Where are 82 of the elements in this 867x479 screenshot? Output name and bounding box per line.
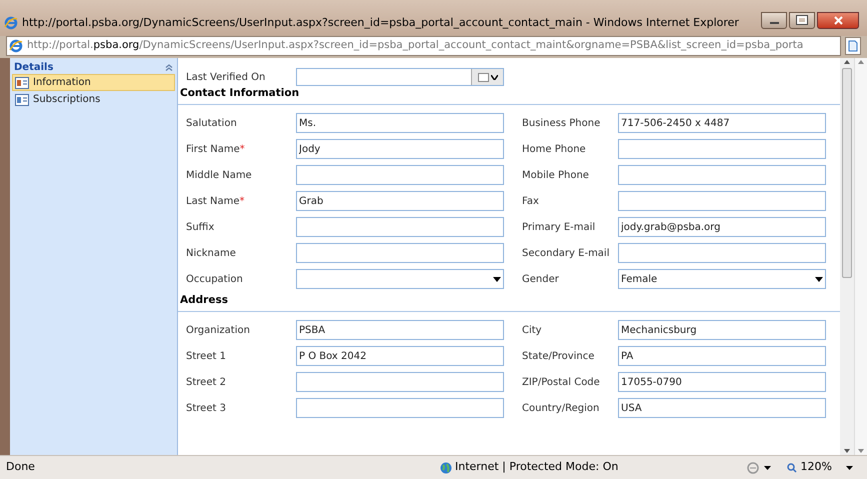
- close-button[interactable]: [817, 12, 859, 28]
- input-field[interactable]: [296, 243, 504, 263]
- close-icon: [834, 16, 842, 24]
- input-field[interactable]: [296, 165, 504, 185]
- input-field[interactable]: [618, 243, 826, 263]
- input-field[interactable]: PSBA: [296, 320, 504, 340]
- field-label: First Name*: [186, 142, 246, 156]
- input-field[interactable]: [618, 139, 826, 159]
- input-field[interactable]: [618, 165, 826, 185]
- field-label: Street 1: [186, 350, 227, 364]
- field-label: City: [522, 324, 543, 338]
- section-heading: Contact Information: [179, 86, 300, 102]
- field-label: Organization: [186, 324, 251, 338]
- input-field[interactable]: Mechanicsburg: [618, 320, 826, 340]
- calendar-button[interactable]: [471, 69, 503, 85]
- dropdown-arrow-icon: [814, 276, 823, 282]
- section-heading: Address: [179, 293, 228, 308]
- input-field[interactable]: Ms.: [296, 113, 504, 133]
- dropdown[interactable]: [296, 269, 504, 289]
- status-text: Done: [5, 459, 36, 476]
- browser-logo-icon: [9, 39, 23, 53]
- scroll-thumb[interactable]: [842, 68, 852, 278]
- window-title: http://portal.psba.org/DynamicScreens/UserInput.aspx?screen_id=psba_portal_account_contact_main - Windows Internet Explorer: [22, 14, 740, 31]
- input-field[interactable]: [296, 217, 504, 237]
- field-label: Home Phone: [522, 142, 587, 156]
- browser-logo-icon: [4, 16, 18, 30]
- date-field[interactable]: [296, 68, 504, 86]
- field-label: Mobile Phone: [522, 168, 590, 182]
- security-zone: Internet | Protected Mode: On: [455, 459, 618, 476]
- url-text: http://portal.psba.org/DynamicScreens/UserInput.aspx?screen_id=psba_portal_account_contact_maint&orgname=PSBA&list_screen_id=psba_porta: [27, 38, 804, 54]
- document-icon: [15, 76, 29, 88]
- scroll-down-icon[interactable]: [858, 449, 864, 453]
- field-label: Last Name*: [186, 194, 246, 208]
- input-field[interactable]: jody.grab@psba.org: [618, 217, 826, 237]
- field-label: ZIP/Postal Code: [522, 376, 601, 390]
- field-label: Business Phone: [522, 116, 602, 130]
- input-field[interactable]: USA: [618, 398, 826, 418]
- address-bar[interactable]: http://portal.psba.org/DynamicScreens/UserInput.aspx?screen_id=psba_portal_account_contact_maint&orgname=PSBA&list_screen_id=psba_porta: [6, 36, 841, 56]
- document-icon: [15, 94, 29, 106]
- input-field[interactable]: P O Box 2042: [296, 346, 504, 366]
- field-label: Last Verified On: [186, 70, 266, 84]
- field-label: Middle Name: [186, 168, 253, 182]
- dropdown-arrow-icon: [493, 276, 501, 282]
- field-label: Secondary E-mail: [522, 246, 610, 260]
- sidebar-item[interactable]: Information: [12, 74, 175, 91]
- dropdown[interactable]: Female: [618, 269, 826, 289]
- scroll-up-icon[interactable]: [858, 60, 864, 64]
- field-label: Country/Region: [522, 402, 600, 416]
- zoom-button[interactable]: 120%: [774, 459, 867, 476]
- scrollbar[interactable]: [840, 58, 854, 455]
- page-icon[interactable]: [845, 37, 861, 55]
- magnifier-icon: [786, 462, 797, 472]
- field-label: Salutation: [186, 116, 238, 130]
- scroll-up-icon[interactable]: [844, 60, 850, 64]
- field-label: Nickname: [186, 246, 237, 260]
- minimize-button[interactable]: [761, 12, 787, 28]
- field-label: State/Province: [522, 350, 596, 364]
- field-label: Street 3: [186, 402, 227, 416]
- sidebar-header: Details: [14, 60, 54, 74]
- input-field[interactable]: Grab: [296, 191, 504, 211]
- field-label: Fax: [522, 194, 540, 208]
- input-field[interactable]: 17055-0790: [618, 372, 826, 392]
- field-label: Street 2: [186, 376, 227, 390]
- input-field[interactable]: 717-506-2450 x 4487: [618, 113, 826, 133]
- input-field[interactable]: [296, 372, 504, 392]
- calendar-icon: [478, 72, 488, 82]
- globe-icon: [440, 462, 452, 474]
- input-field[interactable]: [296, 398, 504, 418]
- chevron-down-icon: [490, 74, 498, 80]
- dropdown-arrow-icon: [846, 466, 853, 470]
- sidebar-item[interactable]: Subscriptions: [12, 91, 175, 108]
- collapse-icon[interactable]: [165, 64, 173, 70]
- field-label: Primary E-mail: [522, 220, 596, 234]
- field-label: Occupation: [186, 272, 244, 286]
- dropdown-arrow-icon: [764, 466, 771, 470]
- maximize-button[interactable]: [789, 12, 815, 28]
- input-field[interactable]: PA: [618, 346, 826, 366]
- field-label: Gender: [522, 272, 560, 286]
- input-field[interactable]: [618, 191, 826, 211]
- scrollbar[interactable]: [854, 58, 867, 455]
- scroll-down-icon[interactable]: [844, 449, 850, 453]
- field-label: Suffix: [186, 220, 216, 234]
